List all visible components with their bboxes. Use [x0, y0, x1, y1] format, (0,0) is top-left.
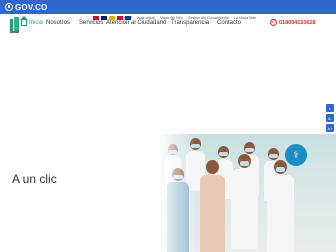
increase-text-icon[interactable]: A+ [326, 124, 334, 132]
home-icon [20, 16, 28, 26]
accessibility-bar: ◐ A- A+ [326, 104, 334, 132]
contrast-icon[interactable]: ◐ [326, 104, 334, 112]
nav-item-contacto[interactable]: Contacto [217, 20, 241, 26]
hero-headline: A un clic [12, 172, 57, 186]
hero-banner: ⚕ A un clic [0, 134, 336, 252]
logo-bar-2 [14, 17, 19, 31]
nav-item-servicios[interactable]: Servicios [79, 20, 103, 26]
nav-item-transparencia[interactable]: Transparencia [171, 20, 209, 26]
phone-icon: ✆ [270, 19, 277, 26]
decrease-text-icon[interactable]: A- [326, 114, 334, 122]
hero-fade-overlay [0, 134, 196, 252]
nav-item-inicio[interactable]: Inicio [20, 16, 44, 26]
logo-bar-1 [10, 19, 13, 31]
gov-logo-text: GOV.CO [15, 2, 48, 12]
nav-item-nosotros[interactable]: Nosotros [46, 20, 70, 26]
site-logo[interactable] [10, 17, 20, 33]
phone-number: 018004133628 [279, 19, 316, 26]
stethoscope-icon: ⚕ [285, 144, 307, 166]
main-nav: Inicio Nosotros Servicios Atención al Ci… [0, 13, 336, 35]
nav-item-label: Inicio [29, 20, 44, 26]
logo-base [10, 31, 19, 33]
phone-contact[interactable]: ✆ 018004133628 [270, 19, 316, 26]
gov-co-logo[interactable]: GOV.CO [5, 3, 47, 12]
gov-co-bar: GOV.CO [0, 0, 336, 14]
nav-item-atencion-ciudadano[interactable]: Atención al Ciudadano [106, 20, 166, 26]
gov-logo-icon [5, 3, 13, 11]
